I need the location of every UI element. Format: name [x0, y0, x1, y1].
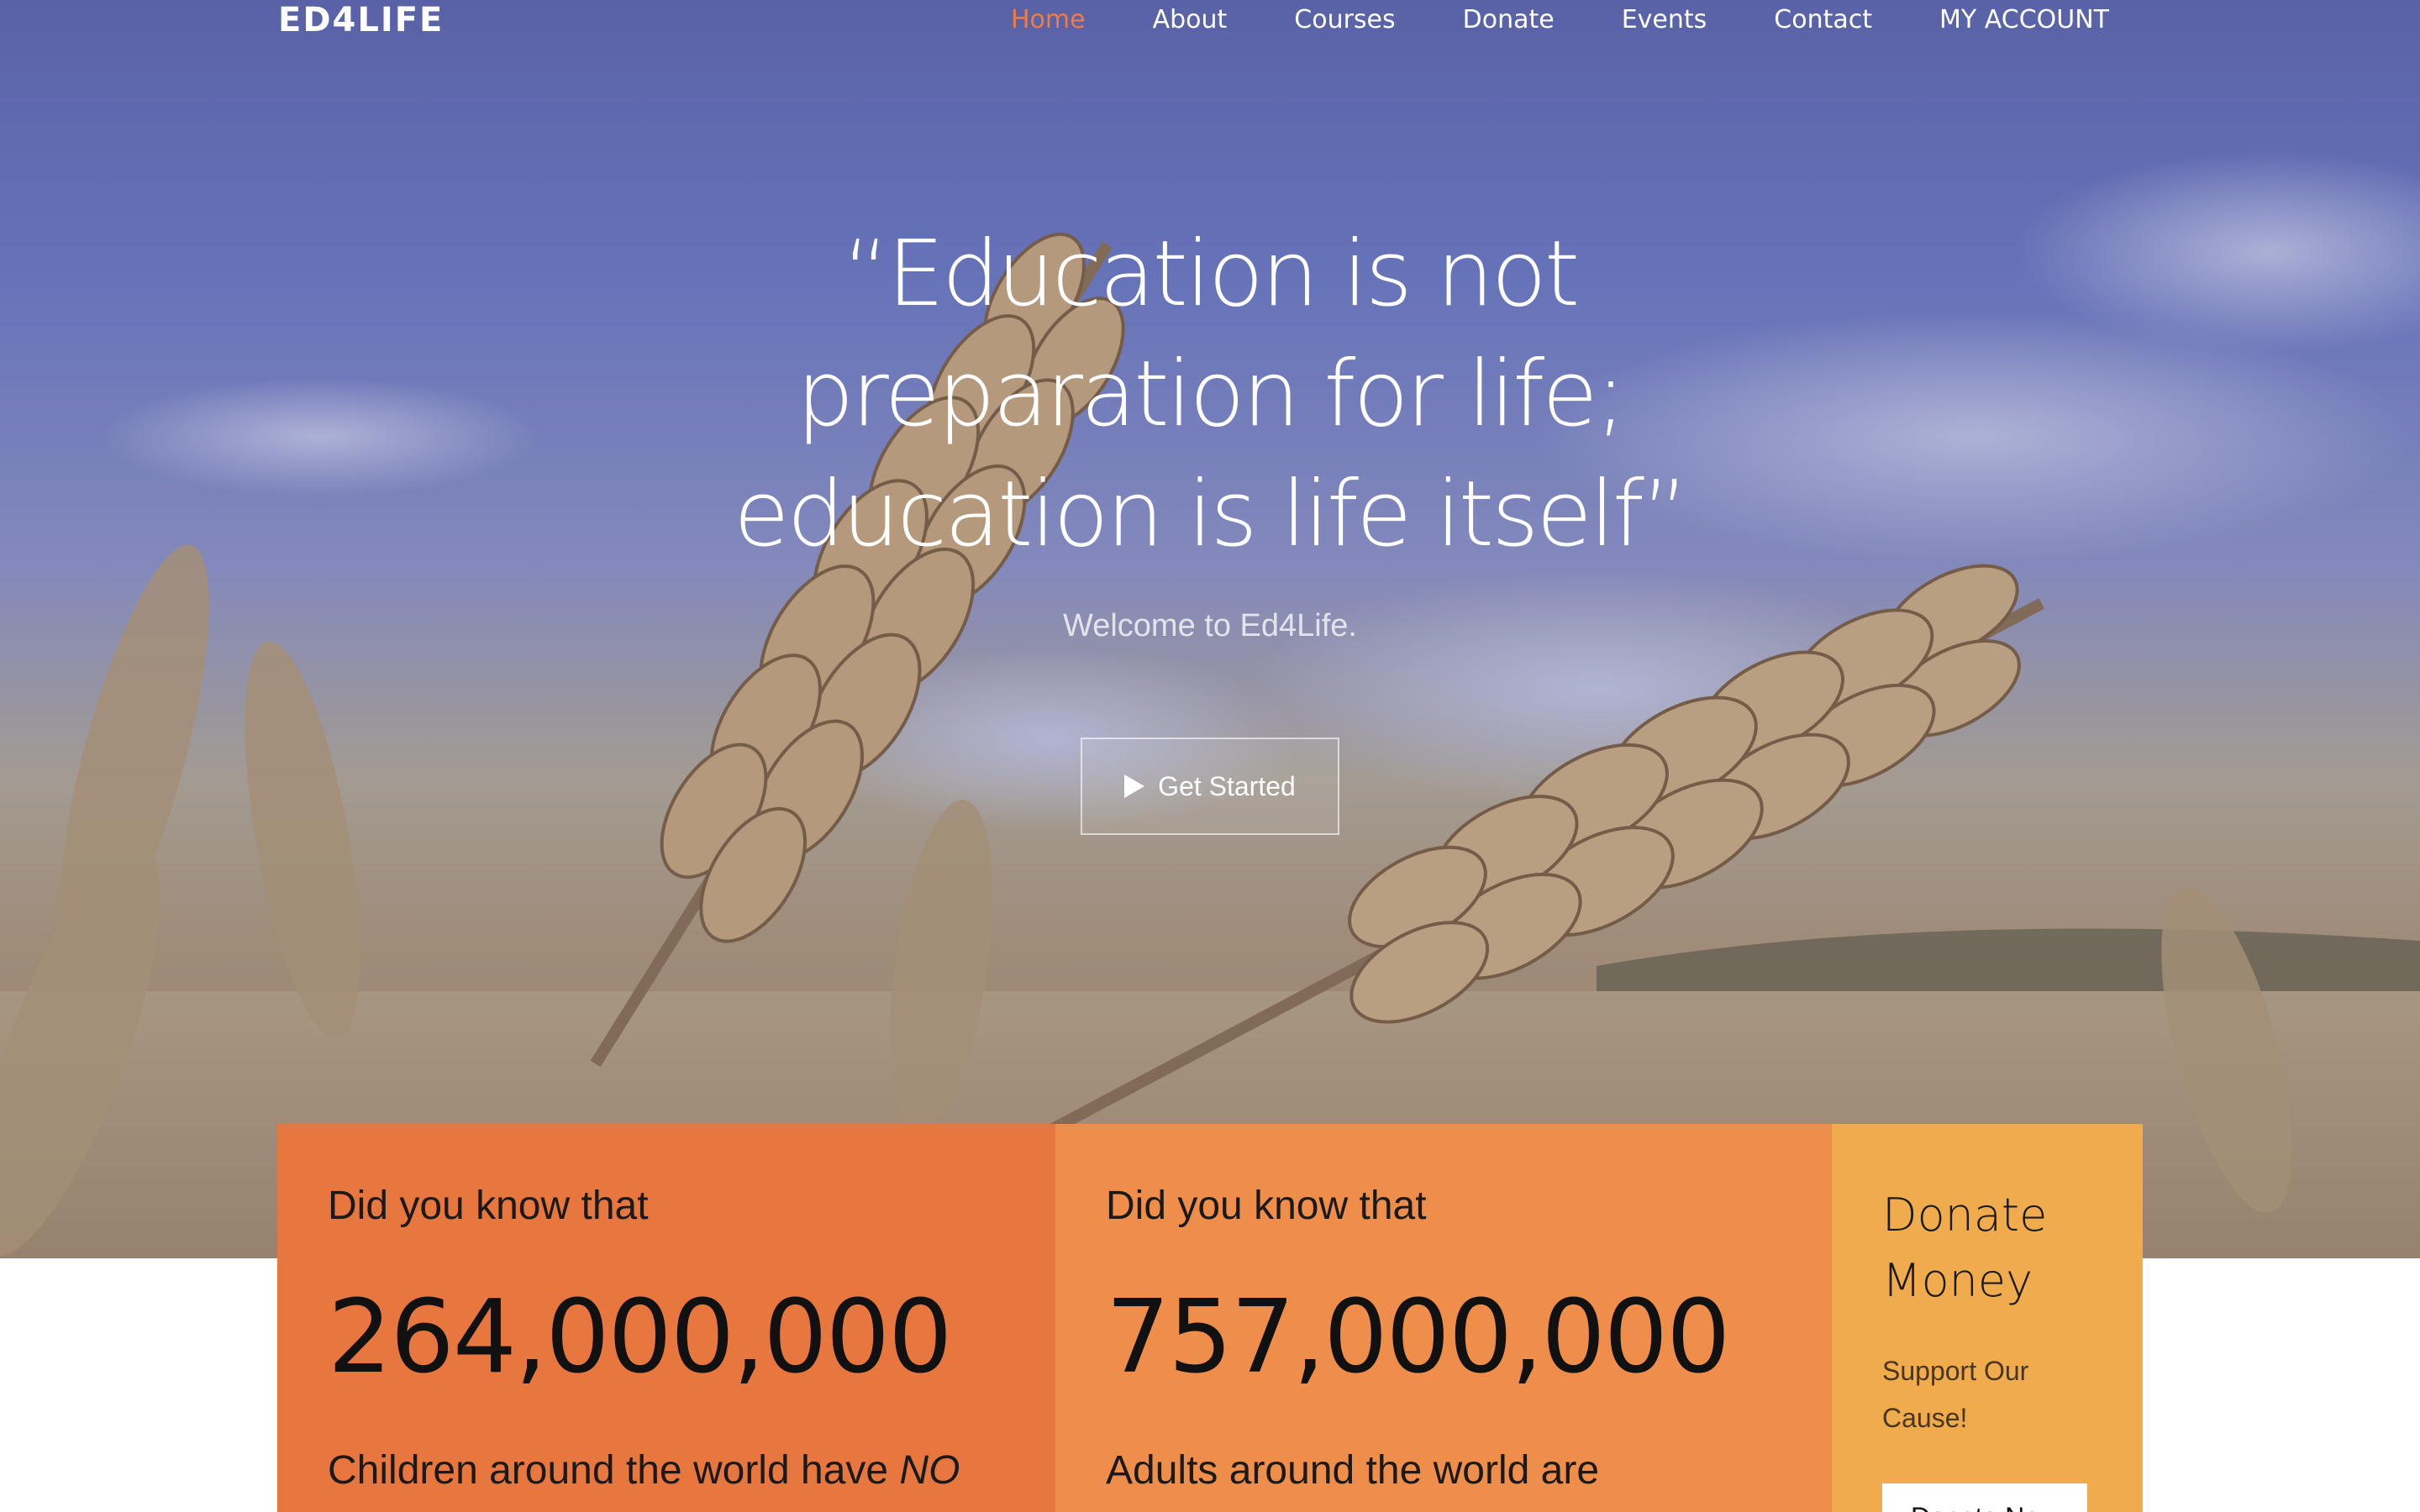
donate-subtitle-line: Support Our — [1882, 1356, 2029, 1386]
stat-card-description: Children around the world have NO — [328, 1447, 1005, 1494]
get-started-label: Get Started — [1158, 770, 1296, 801]
donate-card: Donate Money Support Our Cause! Donate N… — [1832, 1124, 2143, 1512]
hero-welcome-text: Welcome to Ed4Life. — [1063, 608, 1357, 643]
stat-card-intro: Did you know that — [1106, 1184, 1427, 1228]
nav-events-link[interactable]: Events — [1622, 0, 1707, 40]
stat-card-number: 264,000,000 — [328, 1279, 952, 1396]
hero-quote-line: education is life itself” — [734, 462, 1689, 567]
donate-title-line: Donate — [1882, 1189, 2048, 1242]
nav-about-link[interactable]: About — [1153, 0, 1228, 40]
get-started-button[interactable]: Get Started — [1081, 738, 1339, 835]
nav-donate-link[interactable]: Donate — [1463, 0, 1555, 40]
stat-card-intro: Did you know that — [328, 1184, 649, 1228]
stat-card-adults: Did you know that 757,000,000 Adults aro… — [1055, 1124, 1832, 1512]
donate-now-button[interactable]: Donate Now — [1882, 1483, 2088, 1512]
donate-subtitle-line: Cause! — [1882, 1403, 1968, 1433]
play-icon — [1124, 774, 1145, 798]
stat-cards: Did you know that 264,000,000 Children a… — [277, 1124, 2143, 1512]
nav-my-account-link[interactable]: MY ACCOUNT — [1939, 0, 2109, 40]
stat-card-children: Did you know that 264,000,000 Children a… — [277, 1124, 1055, 1512]
hero-section: ED4LIFE Home About Courses Donate Events… — [0, 0, 2420, 1258]
hero-quote-line: “Education is not — [842, 222, 1580, 327]
site-logo[interactable]: ED4LIFE — [278, 0, 444, 40]
stat-card-description: Adults around the world are — [1106, 1448, 1600, 1493]
nav-home-link[interactable]: Home — [1011, 0, 1086, 40]
nav-courses-link[interactable]: Courses — [1294, 0, 1395, 40]
nav-contact-link[interactable]: Contact — [1774, 0, 1872, 40]
stat-card-description-text: Children around the world have — [328, 1448, 900, 1493]
donate-title: Donate Money — [1882, 1183, 2101, 1314]
main-nav: Home About Courses Donate Events Contact… — [944, 0, 2109, 40]
hero-quote: “Education is not preparation for life; … — [706, 214, 1714, 575]
donate-subtitle: Support Our Cause! — [1882, 1347, 2101, 1441]
hero-quote-line: preparation for life; — [796, 342, 1626, 447]
stat-card-number: 757,000,000 — [1106, 1279, 1730, 1396]
donate-title-line: Money — [1882, 1254, 2033, 1307]
stat-card-description-emphasis: NO — [899, 1448, 960, 1493]
